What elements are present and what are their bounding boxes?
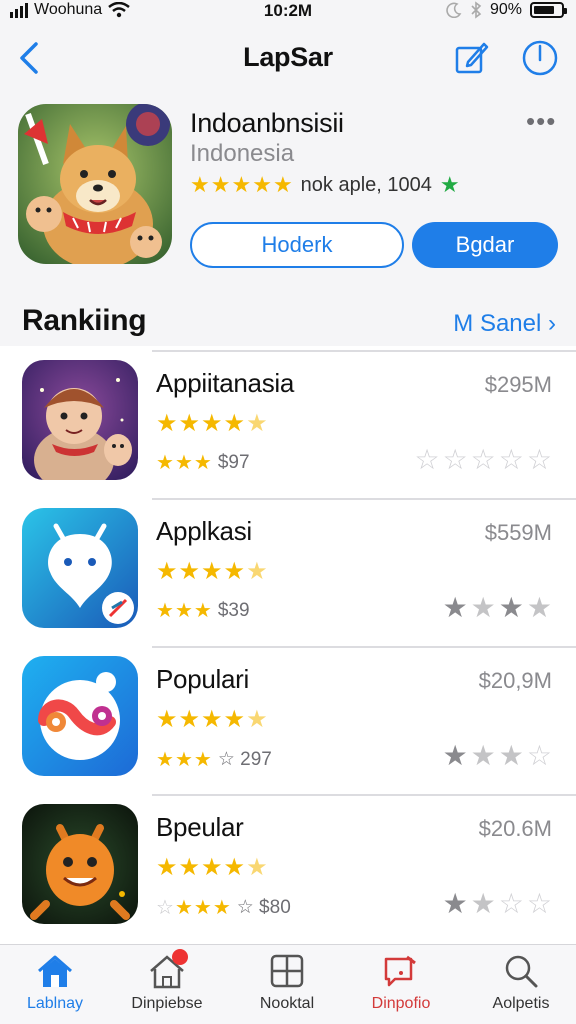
home-icon [38, 955, 72, 987]
app-price: $295M [484, 372, 552, 397]
app-rating-stars: ★ ★ ★ ★ ★ [190, 172, 293, 197]
bluetooth-icon [471, 1, 482, 19]
list-item[interactable]: Populari $20,9M ★ ★ ★ ★ ★ ★ ★ ★ ☆ 297 ★ ★ ★ ☆ [0, 646, 576, 796]
app-meta: nok aple, 1004 [300, 173, 432, 196]
rating-stars: ★ ★ ★ ★ ★ [156, 854, 268, 881]
app-name: Bpeular [156, 812, 244, 842]
search-icon [505, 955, 538, 988]
rating-stars: ★ ★ ★ ★ ★ [156, 706, 268, 733]
tab-search[interactable]: Aolpetis [466, 953, 576, 1013]
app-rating-row: ★ ★ ★ ★ ★ nok aple, 1004 ★ [190, 172, 460, 198]
section-title: Rankiing [22, 304, 147, 337]
status-bar: Woohuna 10:2M 90% [0, 0, 576, 24]
app-name: Populari [156, 664, 249, 694]
app-name: Appiitanasia [156, 368, 295, 398]
tab-label: Dinpiebse [131, 995, 203, 1012]
secondary-rating-stars: ★ ★ ★ ☆ [442, 740, 554, 771]
see-all-link[interactable]: M Sanel › [453, 310, 556, 338]
app-price: $559M [484, 520, 552, 545]
tab-home[interactable]: Lablnay [0, 953, 110, 1013]
review-count: ☆ $80 [236, 897, 291, 918]
app-title: Indoanbnsisii [190, 108, 344, 138]
rating-stars: ★ ★ ★ ★ ★ [156, 558, 268, 585]
sub-stars: ★ ★ ★ [156, 748, 212, 771]
list-item[interactable]: Applkasi $559M ★ ★ ★ ★ ★ ★ ★ ★ $39 ★ ★ ★ ★ [0, 498, 576, 648]
app-icon [22, 804, 138, 924]
moon-icon [446, 2, 462, 18]
divider [152, 498, 576, 500]
app-icon [22, 508, 138, 628]
tab-label: Lablnay [26, 995, 84, 1012]
sub-rating: ★ ★ ★ $39 [156, 600, 250, 622]
rating-stars: ★ ★ ★ ★ ★ [156, 410, 268, 437]
secondary-button[interactable]: Hoderk [190, 222, 404, 268]
tab-third[interactable]: Nooktal [232, 953, 342, 1013]
app-price: $20.6M [478, 816, 552, 841]
list-item[interactable]: Appiitanasia $295M ★ ★ ★ ★ ★ ★ ★ ★ $97 ☆ ☆ ☆ ☆ ☆ [0, 350, 576, 500]
tab-label: Dinpofio [371, 995, 431, 1012]
review-count: $97 [217, 452, 250, 473]
secondary-rating-stars: ★ ★ ★ ★ [442, 592, 554, 623]
divider [152, 794, 576, 796]
battery-percent: 90% [489, 1, 522, 18]
tab-fourth[interactable]: Dinpofio [346, 953, 456, 1013]
grid-icon [270, 954, 304, 988]
tab-bar: Lablnay Dinpiebse Nooktal Dinpofio Aolpe… [0, 944, 576, 1024]
tab-label: Aolpetis [492, 995, 550, 1012]
app-icon [22, 360, 138, 480]
sub-rating: ☆ ★ ★ ★ ☆ $80 [156, 896, 291, 919]
divider [152, 646, 576, 648]
primary-button[interactable]: Bgdar [412, 222, 558, 268]
app-subtitle: Indonesia [190, 140, 295, 167]
more-dots-icon[interactable]: ••• [526, 106, 556, 137]
green-star-icon: ★ [439, 172, 460, 197]
sub-stars: ☆ ★ ★ ★ [156, 896, 231, 919]
sub-rating: ★ ★ ★ ☆ 297 [156, 748, 272, 771]
sub-stars: ★ ★ ★ [156, 600, 212, 622]
nav-bar: LapSar [0, 24, 576, 96]
tab-label: Nooktal [259, 995, 315, 1012]
app-icon [22, 656, 138, 776]
sub-stars: ★ ★ ★ [156, 452, 212, 474]
notification-badge [172, 949, 188, 965]
compose-icon[interactable] [454, 40, 490, 76]
app-icon [18, 104, 172, 264]
tab-second[interactable]: Dinpiebse [112, 949, 222, 1013]
power-icon[interactable] [520, 38, 560, 78]
status-right: 90% [446, 1, 567, 19]
secondary-rating-stars: ★ ★ ☆ ☆ [442, 888, 554, 919]
battery-icon [530, 2, 567, 18]
divider [152, 350, 576, 352]
app-name: Applkasi [156, 516, 252, 546]
review-count: ☆ 297 [217, 749, 272, 770]
review-count: $39 [217, 600, 250, 621]
sub-rating: ★ ★ ★ $97 [156, 452, 250, 474]
list-item[interactable]: Bpeular $20.6M ★ ★ ★ ★ ★ ☆ ★ ★ ★ ☆ $80 ★ ★ ☆ ☆ [0, 794, 576, 944]
app-price: $20,9M [478, 668, 552, 693]
secondary-rating-stars: ☆ ☆ ☆ ☆ ☆ [414, 444, 554, 475]
see-all-label: M Sanel [453, 310, 542, 337]
message-alert-icon [384, 955, 416, 987]
